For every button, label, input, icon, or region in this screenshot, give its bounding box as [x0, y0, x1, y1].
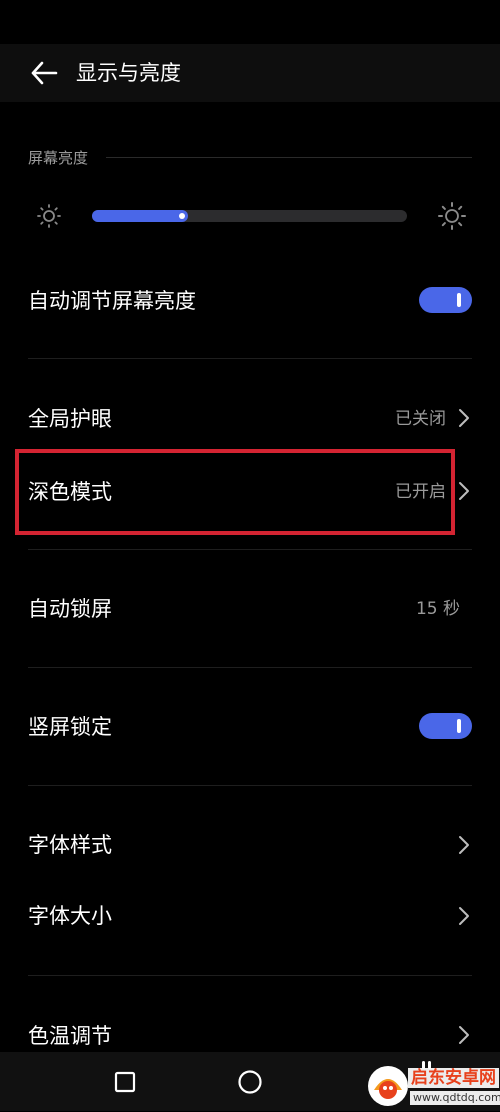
divider — [28, 975, 472, 976]
dark-mode-label[interactable]: 深色模式 — [28, 477, 112, 507]
watermark-brand: 启东安卓网 — [408, 1068, 499, 1088]
chevron-right-icon — [456, 1024, 472, 1046]
portrait-lock-toggle[interactable] — [419, 713, 472, 739]
divider — [28, 667, 472, 668]
divider — [28, 358, 472, 359]
sun-dim-icon — [34, 201, 64, 231]
status-bar — [0, 0, 500, 44]
watermark-logo-icon — [364, 1060, 412, 1108]
chevron-right-icon — [456, 480, 472, 502]
portrait-lock-label: 竖屏锁定 — [28, 715, 112, 739]
dark-mode-value: 已开启 — [395, 482, 446, 502]
color-temperature-label[interactable]: 色温调节 — [28, 1021, 112, 1051]
sun-bright-icon — [437, 201, 467, 231]
font-size-label[interactable]: 字体大小 — [28, 901, 112, 931]
chevron-right-icon — [456, 905, 472, 927]
font-style-label[interactable]: 字体样式 — [28, 830, 112, 860]
toggle-knob — [457, 293, 461, 307]
app-header: 显示与亮度 — [0, 44, 500, 102]
eye-comfort-label[interactable]: 全局护眼 — [28, 404, 112, 434]
brightness-slider[interactable] — [92, 210, 407, 222]
watermark-url: www.qdtdq.com — [410, 1091, 500, 1105]
watermark: 启东安卓网 www.qdtdq.com — [364, 1060, 500, 1111]
auto-brightness-label: 自动调节屏幕亮度 — [28, 289, 196, 313]
brightness-slider-fill — [92, 210, 189, 222]
chevron-right-icon — [456, 834, 472, 856]
square-icon — [114, 1071, 136, 1093]
auto-lock-label[interactable]: 自动锁屏 — [28, 594, 112, 624]
divider — [28, 785, 472, 786]
auto-brightness-toggle[interactable] — [419, 287, 472, 313]
chevron-right-icon — [456, 407, 472, 429]
back-button[interactable] — [26, 56, 62, 90]
arrow-left-icon — [31, 61, 58, 85]
section-divider — [106, 157, 472, 158]
eye-comfort-value: 已关闭 — [395, 409, 446, 429]
recent-apps-button[interactable] — [107, 1064, 143, 1100]
divider — [28, 549, 472, 550]
toggle-knob — [457, 719, 461, 733]
brightness-section-label: 屏幕亮度 — [28, 149, 89, 167]
home-button[interactable] — [232, 1064, 268, 1100]
auto-lock-value: 15 秒 — [415, 599, 460, 619]
page-title: 显示与亮度 — [76, 61, 181, 85]
circle-icon — [238, 1070, 262, 1094]
